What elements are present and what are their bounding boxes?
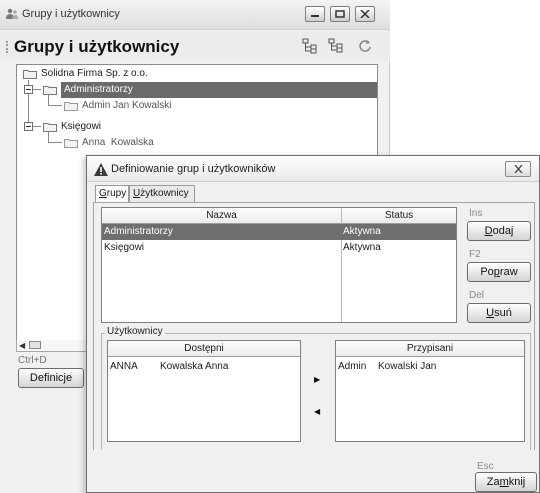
collapse-tree-icon[interactable] (328, 38, 344, 54)
table-cell-name[interactable]: Administratorzy (104, 224, 173, 240)
tree-connector (48, 105, 62, 106)
table-cell-name[interactable]: Księgowi (104, 240, 144, 256)
tab-users[interactable]: Użytkownicy (129, 185, 195, 202)
dialog-title: Definiowanie grup i użytkowników (111, 163, 276, 175)
folder-icon (43, 123, 57, 132)
refresh-icon[interactable] (357, 38, 373, 54)
dialog-close-button[interactable] (505, 161, 531, 177)
tree-connector (48, 95, 49, 105)
available-user-name[interactable]: Kowalska Anna (160, 359, 228, 375)
button-label: knij (508, 476, 526, 488)
definitions-button[interactable]: Definicje (18, 368, 84, 388)
scrollbar-thumb[interactable] (29, 341, 41, 349)
tree-user-label[interactable]: Anna Kowalska (82, 135, 154, 151)
close-shortcut: Esc (477, 461, 494, 472)
groups-table[interactable]: Nazwa Status Administratorzy Aktywna Ksi… (101, 207, 457, 323)
tab-groups[interactable]: Grupy (95, 185, 129, 203)
maximize-icon (335, 10, 345, 18)
tree-group-label: Administratorzy (64, 84, 133, 95)
main-window-titlebar[interactable]: Grupy i użytkownicy (0, 0, 390, 30)
users-icon (6, 8, 18, 19)
assigned-users-header[interactable]: Przypisani (336, 341, 524, 357)
tree-group-label[interactable]: Księgowi (61, 119, 101, 135)
close-icon (514, 165, 523, 173)
main-window-title: Grupy i użytkownicy (22, 8, 120, 20)
collapse-node-icon[interactable] (24, 85, 33, 94)
tree-connector (48, 132, 49, 142)
button-label: suń (494, 307, 512, 319)
tree-connector (33, 89, 41, 90)
edit-shortcut: F2 (469, 249, 481, 260)
available-users-header[interactable]: Dostępni (108, 341, 300, 357)
available-user-login[interactable]: ANNA (110, 359, 138, 375)
delete-shortcut: Del (469, 290, 485, 301)
tree-root-label[interactable]: Solidna Firma Sp. z o.o. (41, 66, 148, 82)
minimize-icon (311, 15, 319, 17)
unassign-left-arrow-icon[interactable]: ◀ (314, 407, 320, 416)
maximize-button[interactable] (330, 6, 350, 22)
tab-label: rupy (106, 188, 127, 199)
expand-tree-icon[interactable] (302, 38, 318, 54)
assigned-user-name[interactable]: Kowalski Jan (378, 359, 436, 375)
assigned-user-login[interactable]: Admin (338, 359, 366, 375)
scroll-left-icon[interactable]: ◀ (19, 341, 25, 350)
folder-icon (64, 102, 78, 111)
button-label: raw (499, 266, 518, 278)
accelerator-key: m (499, 476, 509, 488)
tree-connector (33, 126, 41, 127)
warning-icon (94, 163, 108, 176)
tab-accelerator: G (99, 188, 107, 199)
definitions-shortcut: Ctrl+D (18, 355, 47, 366)
column-header-name[interactable]: Nazwa (102, 208, 341, 224)
define-groups-dialog: Definiowanie grup i użytkowników Grupy U… (86, 155, 540, 493)
tree-user-label[interactable]: Admin Jan Kowalski (82, 98, 171, 114)
button-label: odaj (492, 225, 514, 237)
delete-button[interactable]: Usuń (467, 303, 531, 323)
collapse-node-icon[interactable] (24, 122, 33, 131)
horizontal-scrollbar[interactable]: ◀ (16, 340, 90, 352)
page-title: Grupy i użytkownicy (14, 37, 180, 56)
tab-label: żytkownicy (140, 188, 189, 199)
header-bar: Grupy i użytkownicy (0, 31, 390, 61)
folder-icon (23, 70, 37, 79)
tree-connector (48, 142, 62, 143)
add-button[interactable]: Dodaj (467, 221, 531, 241)
table-cell-status[interactable]: Aktywna (343, 224, 381, 240)
available-users-list[interactable]: Dostępni ANNA Kowalska Anna (107, 340, 301, 442)
users-groupbox-legend: Użytkownicy (105, 326, 165, 337)
close-button[interactable] (355, 6, 375, 22)
assign-right-arrow-icon[interactable]: ▶ (314, 375, 320, 384)
button-label: Po (480, 266, 494, 278)
assigned-users-list[interactable]: Przypisani Admin Kowalski Jan (335, 340, 525, 442)
accelerator-key: U (486, 307, 495, 319)
grip-handle-icon (6, 41, 9, 53)
tree-group-node[interactable]: Administratorzy (61, 82, 377, 98)
table-cell-status[interactable]: Aktywna (343, 240, 381, 256)
minimize-button[interactable] (305, 6, 325, 22)
dialog-titlebar[interactable]: Definiowanie grup i użytkowników (87, 156, 539, 182)
add-shortcut: Ins (469, 208, 483, 219)
accelerator-key: D (484, 225, 493, 237)
close-dialog-button[interactable]: Zamknij (475, 472, 537, 492)
folder-icon (43, 86, 57, 95)
close-icon (360, 10, 370, 18)
button-label: Za (486, 476, 500, 488)
edit-button[interactable]: Popraw (467, 262, 531, 282)
folder-icon (64, 139, 78, 148)
column-header-status[interactable]: Status (341, 208, 456, 224)
